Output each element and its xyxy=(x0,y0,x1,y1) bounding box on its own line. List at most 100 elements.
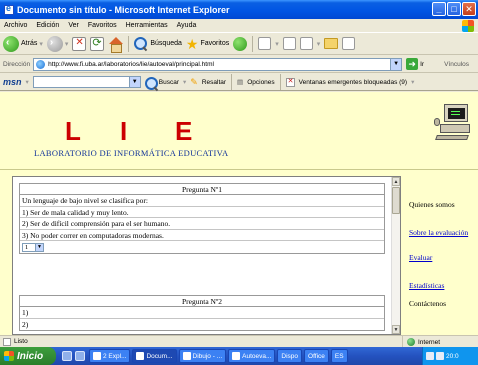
options-button[interactable]: Opciones xyxy=(247,79,274,86)
address-dropdown-icon[interactable]: ▼ xyxy=(390,58,402,70)
logo-letter-e: E xyxy=(175,116,193,146)
menu-favoritos[interactable]: Favoritos xyxy=(88,22,117,29)
ie-app-icon xyxy=(4,3,14,15)
scroll-down-icon[interactable]: ▼ xyxy=(392,325,400,334)
minimize-button[interactable]: _ xyxy=(432,2,446,16)
web-content: L I E LABORATORIO DE INFORMÁTICA EDUCATI… xyxy=(0,92,478,335)
maximize-button[interactable]: □ xyxy=(447,2,461,16)
taskbar: Inicio 2 Expl... Docum... Dibujo - ... A… xyxy=(0,347,478,365)
nav-estadisticas[interactable]: Estadísticas xyxy=(409,281,478,290)
menu-ver[interactable]: Ver xyxy=(68,22,79,29)
scroll-up-icon[interactable]: ▲ xyxy=(392,177,400,186)
question-title: Pregunta Nº2 xyxy=(20,296,384,307)
nav-sobre-evaluacion[interactable]: Sobre la evaluación xyxy=(409,228,478,237)
folder-icon[interactable] xyxy=(324,38,339,49)
msn-search-input[interactable]: ▼ xyxy=(32,76,141,88)
favorites-button[interactable]: ★ Favoritos xyxy=(186,37,229,51)
question-title: Pregunta Nº1 xyxy=(20,184,384,195)
quick-launch-icon[interactable] xyxy=(62,351,72,361)
tray-icon[interactable] xyxy=(436,352,444,360)
quick-launch-icon[interactable] xyxy=(75,351,85,361)
address-label: Dirección xyxy=(3,60,31,68)
task-button[interactable]: Dispo xyxy=(277,349,303,363)
popup-blocker-icon xyxy=(285,77,295,87)
nav-quienes-somos: Quienes somos xyxy=(409,200,455,209)
task-button[interactable]: Autoeva... xyxy=(228,349,276,363)
ie-task-icon xyxy=(232,352,241,360)
edit-icon[interactable] xyxy=(299,37,313,50)
start-button[interactable]: Inicio xyxy=(0,347,56,365)
msn-toolbar: msn ▾ ▼ Buscar ▾ ✎ Resaltar ▤ Opciones V… xyxy=(0,74,478,91)
print-icon[interactable] xyxy=(282,37,296,50)
nav-contactenos: Contáctenos xyxy=(409,299,447,308)
options-icon: ▤ xyxy=(237,79,244,86)
site-subtitle: LABORATORIO DE INFORMÁTICA EDUCATIVA xyxy=(34,148,229,158)
menu-bar: Archivo Edición Ver Favoritos Herramient… xyxy=(0,19,478,33)
system-tray: 20:0 xyxy=(422,347,478,365)
tray-icon[interactable] xyxy=(426,352,434,360)
msn-search-button[interactable]: Buscar xyxy=(159,79,179,86)
task-list: 2 Expl... Docum... Dibujo - ... Autoeva.… xyxy=(89,349,348,363)
home-icon[interactable] xyxy=(108,36,124,53)
answer-option: 2) Ser de difícil comprensión para el se… xyxy=(20,218,384,230)
nav-evaluar[interactable]: Evaluar xyxy=(409,253,478,262)
language-button[interactable]: ES xyxy=(330,349,348,363)
question-2: Pregunta Nº2 1) 2) xyxy=(19,295,385,331)
forward-button[interactable]: › ▾ xyxy=(46,35,68,52)
refresh-icon[interactable] xyxy=(90,36,105,51)
menu-ayuda[interactable]: Ayuda xyxy=(177,22,197,29)
stop-icon[interactable] xyxy=(72,36,87,51)
page-status-icon xyxy=(3,337,11,346)
back-button[interactable]: ‹ Atrás ▾ xyxy=(3,35,43,52)
page-icon xyxy=(36,59,46,69)
site-logo: L I E xyxy=(65,116,230,147)
go-button[interactable]: ➜ Ir xyxy=(406,58,424,70)
messenger-icon[interactable] xyxy=(342,37,356,50)
links-label[interactable]: Vínculos xyxy=(444,61,469,68)
star-icon: ★ xyxy=(185,35,199,52)
task-button[interactable]: Office xyxy=(304,349,329,363)
globe-icon xyxy=(407,338,415,346)
close-button[interactable]: ✕ xyxy=(462,2,476,16)
answer-option: 3) No poder correr en computadoras moder… xyxy=(20,230,384,241)
history-icon[interactable] xyxy=(233,36,248,51)
back-arrow-icon: ‹ xyxy=(3,35,19,52)
paint-task-icon xyxy=(182,352,191,360)
search-icon xyxy=(134,36,148,51)
windows-logo-icon xyxy=(462,20,474,32)
favorites-label: Favoritos xyxy=(200,40,230,47)
windows-flag-icon xyxy=(4,351,14,361)
status-bar: Listo Internet xyxy=(0,335,478,348)
mail-icon[interactable] xyxy=(258,37,272,50)
answer-option: 2) xyxy=(22,319,29,329)
highlight-button[interactable]: Resaltar xyxy=(202,79,226,86)
task-button[interactable]: Docum... xyxy=(132,349,177,363)
menu-herramientas[interactable]: Herramientas xyxy=(126,22,168,29)
search-label: Búsqueda xyxy=(150,40,182,47)
questions-frame: Pregunta Nº1 Un lenguaje de bajo nivel s… xyxy=(12,176,401,335)
msn-logo[interactable]: msn xyxy=(3,77,22,87)
status-text: Listo xyxy=(14,338,28,345)
menu-edicion[interactable]: Edición xyxy=(36,22,59,29)
folder-task-icon xyxy=(93,352,101,360)
popup-blocker-button[interactable]: Ventanas emergentes bloqueadas (9) xyxy=(299,79,407,86)
quick-launch xyxy=(62,351,85,361)
frame-scrollbar[interactable]: ▲ ▼ xyxy=(391,177,400,334)
task-button[interactable]: 2 Expl... xyxy=(89,349,131,363)
scroll-thumb[interactable] xyxy=(392,187,400,214)
address-bar: Dirección http://www.fi.uba.ar/laborator… xyxy=(0,56,478,73)
logo-letter-i: I xyxy=(120,116,128,146)
msn-dropdown-icon[interactable]: ▼ xyxy=(128,77,140,87)
search-button[interactable]: Búsqueda xyxy=(134,36,182,51)
answer-option: 1) Ser de mala calidad y muy lento. xyxy=(20,207,384,218)
start-label: Inicio xyxy=(17,350,44,362)
highlight-icon: ✎ xyxy=(190,76,198,87)
task-button[interactable]: Dibujo - ... xyxy=(178,349,227,363)
question-1: Pregunta Nº1 Un lenguaje de bajo nivel s… xyxy=(19,183,385,254)
menu-archivo[interactable]: Archivo xyxy=(4,22,27,29)
computer-icon xyxy=(434,102,472,142)
address-input[interactable]: http://www.fi.uba.ar/laboratorios/lie/au… xyxy=(33,57,403,71)
answer-select[interactable]: 1 ▼ xyxy=(22,242,44,252)
site-header: L I E LABORATORIO DE INFORMÁTICA EDUCATI… xyxy=(0,92,478,170)
address-url: http://www.fi.uba.ar/laboratorios/lie/au… xyxy=(48,60,214,68)
